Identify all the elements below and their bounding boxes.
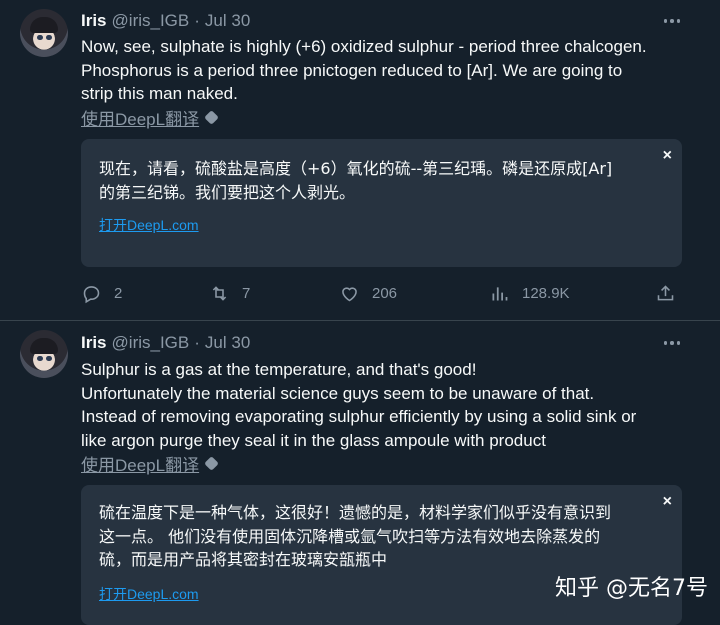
- views-count: 128.9K: [522, 284, 570, 302]
- tweet-text-line: Phosphorus is a period three pnictogen r…: [81, 60, 623, 80]
- share-icon: [657, 284, 674, 300]
- separator: ·: [194, 11, 200, 30]
- translation-line: 硫在温度下是一种气体，这很好！遗憾的是，材料学家们似乎没有意识到: [99, 503, 612, 522]
- reply-count: 2: [114, 284, 123, 302]
- retweet-icon: [212, 285, 227, 301]
- tweet-header: Iris @iris_IGB · Jul 30: [81, 10, 250, 32]
- retweet-button[interactable]: 7: [209, 280, 250, 306]
- like-button[interactable]: 206: [339, 280, 397, 306]
- retweet-count: 7: [242, 284, 251, 302]
- translation-line: 的第三纪锑。我们要把这个人剥光。: [99, 182, 356, 202]
- avatar[interactable]: [20, 9, 68, 57]
- watermark: 知乎 @无名7号: [555, 576, 708, 601]
- open-deepl-link[interactable]: 打开DeepL.com: [99, 584, 199, 604]
- views-icon: [492, 286, 508, 300]
- share-button[interactable]: [655, 280, 688, 306]
- deepl-icon: [204, 455, 219, 471]
- tweet-text-line: Now, see, sulphate is highly (+6) oxidiz…: [81, 37, 647, 56]
- translation-text: 现在，请看，硫酸盐是高度（+6）氧化的硫--第三纪瑀。磷是还原成[Ar] 的第三…: [99, 157, 659, 204]
- like-icon: [342, 286, 357, 301]
- avatar[interactable]: [20, 330, 68, 378]
- translate-link[interactable]: 使用DeepL翻译: [81, 106, 219, 129]
- close-icon[interactable]: ×: [663, 493, 672, 511]
- like-count: 206: [372, 284, 398, 302]
- author-handle[interactable]: @iris_IGB: [112, 333, 190, 353]
- tweet-text-line: Instead of removing evaporating sulphur …: [81, 407, 637, 426]
- tweet-text-line: strip this man naked.: [81, 84, 238, 103]
- more-icon[interactable]: [660, 10, 684, 32]
- tweet-text-line: Unfortunately the material science guys …: [81, 383, 595, 403]
- reply-button[interactable]: 2: [81, 280, 122, 306]
- author-handle[interactable]: @iris_IGB: [112, 11, 190, 31]
- translate-link-label: 使用DeepL翻译: [81, 109, 200, 129]
- views-button[interactable]: 128.9K: [489, 280, 570, 306]
- translation-line: 这一点。 他们没有使用固体沉降槽或氩气吹扫等方法有效地去除蒸发的: [99, 526, 601, 546]
- translation-line: 硫，而是用产品将其密封在玻璃安瓿瓶中: [99, 550, 388, 569]
- more-icon[interactable]: [660, 332, 684, 354]
- tweet-text: Sulphur is a gas at the temperature, and…: [81, 358, 691, 452]
- deepl-icon: [204, 109, 219, 125]
- tweet-date[interactable]: Jul 30: [205, 11, 250, 31]
- reply-icon: [83, 285, 100, 303]
- close-icon[interactable]: ×: [663, 147, 672, 165]
- translation-line: 现在，请看，硫酸盐是高度（+6）氧化的硫--第三纪瑀。磷是还原成[Ar]: [99, 159, 613, 178]
- translation-card: 现在，请看，硫酸盐是高度（+6）氧化的硫--第三纪瑀。磷是还原成[Ar] 的第三…: [81, 139, 682, 267]
- open-deepl-link[interactable]: 打开DeepL.com: [99, 215, 199, 235]
- tweet-header: Iris @iris_IGB · Jul 30: [81, 332, 250, 354]
- tweet-date[interactable]: Jul 30: [205, 333, 250, 353]
- translation-text: 硫在温度下是一种气体，这很好！遗憾的是，材料学家们似乎没有意识到 这一点。 他们…: [99, 501, 659, 572]
- translate-link-label: 使用DeepL翻译: [81, 455, 200, 475]
- separator: ·: [194, 333, 200, 352]
- tweet-text-line: Sulphur is a gas at the temperature, and…: [81, 360, 477, 379]
- author-name[interactable]: Iris: [81, 11, 107, 31]
- tweet[interactable]: Iris @iris_IGB · Jul 30 Now, see, sulpha…: [0, 0, 720, 320]
- translation-card: 硫在温度下是一种气体，这很好！遗憾的是，材料学家们似乎没有意识到 这一点。 他们…: [81, 485, 682, 625]
- tweet-text-line: like argon purge they seal it in the gla…: [81, 430, 546, 450]
- tweet-text: Now, see, sulphate is highly (+6) oxidiz…: [81, 35, 691, 106]
- translate-link[interactable]: 使用DeepL翻译: [81, 452, 219, 475]
- tweet-actions: 2 7 206 128.9K: [81, 280, 681, 306]
- author-name[interactable]: Iris: [81, 333, 107, 353]
